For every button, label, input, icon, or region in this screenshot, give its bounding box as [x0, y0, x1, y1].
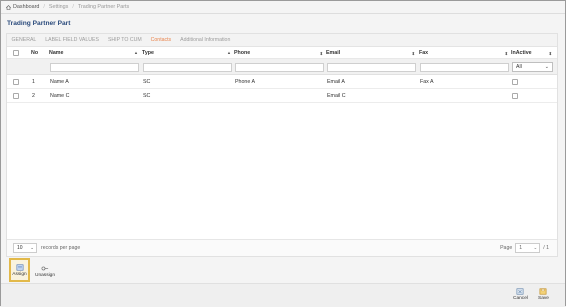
col-fax[interactable]: Fax ⬍	[419, 47, 511, 58]
assign-button[interactable]: Assign	[9, 258, 30, 282]
col-no[interactable]: No	[31, 47, 45, 58]
col-phone[interactable]: Phone ⬍	[234, 47, 326, 58]
inactive-checkbox[interactable]	[512, 78, 518, 85]
page-label: Page	[500, 245, 513, 251]
cell-type: SC	[143, 78, 151, 85]
records-per-page-label: records per page	[41, 245, 81, 251]
save-button[interactable]: Save	[538, 288, 549, 301]
col-inactive[interactable]: InActive ⬍	[511, 47, 555, 58]
filter-fax-input[interactable]	[420, 63, 509, 72]
sort-asc-icon: ▲	[134, 50, 138, 55]
breadcrumb-trading-partner-parts[interactable]: Trading Partner Parts	[78, 4, 129, 10]
breadcrumb-home-label: Dashboard	[13, 4, 40, 10]
chevron-down-icon: ⌄	[533, 245, 538, 250]
cell-name: Name C	[50, 92, 70, 99]
page-total: / 1	[543, 245, 549, 251]
row-checkbox[interactable]	[13, 92, 19, 99]
cancel-icon	[517, 288, 524, 295]
sort-asc-icon: ▲	[227, 50, 231, 55]
filter-row: All ⌄	[7, 59, 557, 75]
inactive-checkbox[interactable]	[512, 92, 518, 99]
filter-name-input[interactable]	[50, 63, 139, 72]
contacts-panel: GENERAL LABEL FIELD VALUES SHIP TO CUM C…	[6, 33, 558, 257]
breadcrumb-home[interactable]: Dashboard	[6, 4, 39, 10]
records-per-page-select[interactable]: 10 ⌄	[13, 243, 37, 253]
tab-general[interactable]: GENERAL	[7, 37, 41, 43]
pager: Page 1 ⌄ / 1	[500, 243, 549, 253]
tab-additional-information[interactable]: Additional Information	[176, 37, 235, 43]
col-name[interactable]: Name ▲	[49, 47, 141, 58]
chevron-down-icon: ⌄	[30, 245, 34, 250]
breadcrumb-settings[interactable]: Settings	[49, 4, 68, 10]
page-title: Trading Partner Part	[7, 20, 71, 27]
cell-name: Name A	[50, 78, 69, 85]
breadcrumb: Dashboard / Settings / Trading Partner P…	[6, 3, 129, 11]
cell-phone: Phone A	[235, 78, 256, 85]
tab-label-field-values[interactable]: LABEL FIELD VALUES	[41, 37, 104, 43]
row-checkbox[interactable]	[13, 78, 19, 85]
filter-type-input[interactable]	[143, 63, 232, 72]
sort-icon: ⬍	[504, 51, 508, 56]
window: Dashboard / Settings / Trading Partner P…	[0, 0, 566, 307]
cell-fax: Fax A	[420, 78, 434, 85]
cell-no: 2	[32, 92, 35, 99]
grid-header: No Name ▲ Type ▲ Phone ⬍ Email ⬍ Fax ⬍ InActi…	[7, 47, 557, 59]
table-row[interactable]: 1 Name A SC Phone A Email A Fax A	[7, 75, 557, 89]
chevron-down-icon: ⌄	[544, 64, 549, 70]
assign-icon	[16, 263, 23, 271]
tab-contacts[interactable]: Contacts	[146, 37, 175, 43]
col-type[interactable]: Type ▲	[142, 47, 234, 58]
select-all-checkbox[interactable]	[13, 49, 19, 56]
sort-icon: ⬍	[319, 51, 323, 56]
page-select[interactable]: 1 ⌄	[515, 243, 541, 253]
action-toolbar: Assign Unassign	[6, 258, 558, 282]
sort-icon: ⬍	[411, 51, 415, 56]
cell-type: SC	[143, 92, 151, 99]
unlink-icon	[41, 266, 49, 270]
bottom-bar: Cancel Save	[1, 283, 565, 307]
tab-bar: GENERAL LABEL FIELD VALUES SHIP TO CUM C…	[7, 34, 557, 47]
filter-phone-input[interactable]	[235, 63, 324, 72]
home-icon	[6, 4, 11, 10]
filter-inactive-select[interactable]: All ⌄	[512, 62, 553, 72]
filter-email-input[interactable]	[327, 63, 416, 72]
cancel-button[interactable]: Cancel	[513, 288, 528, 301]
cell-email: Email A	[327, 78, 345, 85]
sort-icon: ⬍	[548, 51, 552, 56]
table-row[interactable]: 2 Name C SC Email C	[7, 89, 557, 103]
cell-email: Email C	[327, 92, 346, 99]
col-email[interactable]: Email ⬍	[326, 47, 418, 58]
grid-footer: 10 ⌄ records per page Page 1 ⌄ / 1	[7, 239, 557, 256]
save-icon	[540, 288, 547, 295]
cell-no: 1	[32, 78, 35, 85]
tab-ship-to-cum[interactable]: SHIP TO CUM	[103, 37, 146, 43]
unassign-button[interactable]: Unassign	[34, 260, 56, 282]
